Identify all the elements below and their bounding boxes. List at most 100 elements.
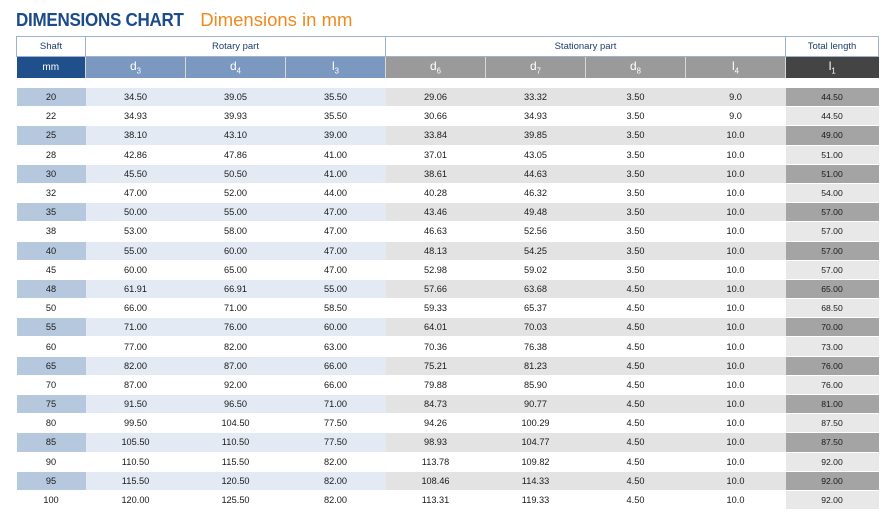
cell-d3: 47.00: [85, 183, 186, 204]
cell-l4: 10.0: [685, 221, 786, 242]
cell-l3: 41.00: [285, 145, 386, 165]
cell-d8: 4.50: [585, 279, 686, 300]
cell-l1: 57.00: [785, 260, 879, 280]
cell-l1: 54.00: [785, 183, 879, 204]
cell-shaft: 22: [16, 106, 86, 127]
cell-d8: 4.50: [585, 490, 686, 511]
cell-l1: 87.50: [785, 413, 879, 434]
group-header-row: Shaft Rotary part Stationary part Total …: [16, 36, 879, 57]
table-row: 75 91.50 96.50 71.00 84.73 90.77 4.50 10.0 81.00: [16, 394, 879, 415]
cell-d6: 46.63: [385, 221, 486, 242]
cell-l3: 82.00: [285, 452, 386, 472]
cell-d4: 43.10: [185, 125, 286, 146]
cell-shaft: 48: [16, 279, 86, 300]
cell-d8: 3.50: [585, 164, 686, 184]
cell-l3: 35.50: [285, 88, 386, 108]
cell-l1: 76.00: [785, 375, 879, 396]
cell-d8: 3.50: [585, 106, 686, 127]
cell-d7: 76.38: [485, 336, 586, 357]
cell-d4: 58.00: [185, 221, 286, 242]
cell-l3: 66.00: [285, 375, 386, 396]
cell-shaft: 20: [16, 88, 86, 108]
cell-l4: 9.0: [685, 88, 786, 108]
table-row: 65 82.00 87.00 66.00 75.21 81.23 4.50 10.0 76.00: [16, 356, 879, 376]
cell-d8: 3.50: [585, 241, 686, 261]
cell-l4: 10.0: [685, 183, 786, 204]
cell-l1: 81.00: [785, 394, 879, 415]
cell-d8: 3.50: [585, 145, 686, 165]
cell-d3: 87.00: [85, 375, 186, 396]
cell-d4: 76.00: [185, 317, 286, 338]
cell-l4: 10.0: [685, 279, 786, 300]
cell-d3: 77.00: [85, 336, 186, 357]
symbol-base: d: [529, 59, 537, 74]
table-row: 95 115.50 120.50 82.00 108.46 114.33 4.50 10.0 9…: [16, 471, 879, 491]
table-row: 25 38.10 43.10 39.00 33.84 39.85 3.50 10.0 49.00: [16, 125, 879, 146]
cell-d3: 55.00: [85, 241, 186, 261]
cell-l4: 10.0: [685, 125, 786, 146]
cell-l1: 70.00: [785, 317, 879, 338]
cell-shaft: 55: [16, 317, 86, 338]
symbol-l3: l3: [285, 56, 386, 78]
table-row: 20 34.50 39.05 35.50 29.06 33.32 3.50 9.0 44.50: [16, 88, 879, 108]
cell-l3: 47.00: [285, 221, 386, 242]
cell-d7: 81.23: [485, 356, 586, 376]
cell-l4: 10.0: [685, 432, 786, 453]
cell-l3: 55.00: [285, 279, 386, 300]
cell-d3: 105.50: [85, 432, 186, 453]
cell-l1: 57.00: [785, 241, 879, 261]
cell-d7: 119.33: [485, 490, 586, 511]
cell-d6: 40.28: [385, 183, 486, 204]
symbol-base: d: [229, 59, 237, 74]
symbol-subscript: 7: [536, 66, 542, 76]
cell-d6: 29.06: [385, 88, 486, 108]
cell-d8: 4.50: [585, 394, 686, 415]
cell-d6: 70.36: [385, 336, 486, 357]
table-row: 48 61.91 66.91 55.00 57.66 63.68 4.50 10.0 65.00: [16, 279, 879, 300]
cell-shaft: 50: [16, 298, 86, 319]
cell-d7: 114.33: [485, 471, 586, 491]
cell-d6: 48.13: [385, 241, 486, 261]
cell-shaft: 45: [16, 260, 86, 280]
cell-l4: 10.0: [685, 145, 786, 165]
cell-d6: 59.33: [385, 298, 486, 319]
cell-d6: 113.31: [385, 490, 486, 511]
cell-d3: 42.86: [85, 145, 186, 165]
cell-d8: 3.50: [585, 260, 686, 280]
cell-d4: 50.50: [185, 164, 286, 184]
cell-d4: 87.00: [185, 356, 286, 376]
table-row: 90 110.50 115.50 82.00 113.78 109.82 4.50 10.0 9…: [16, 452, 879, 472]
cell-d8: 3.50: [585, 88, 686, 108]
group-stationary: Stationary part: [385, 36, 786, 57]
cell-l1: 92.00: [785, 490, 879, 511]
cell-l4: 10.0: [685, 490, 786, 511]
cell-l3: 41.00: [285, 164, 386, 184]
symbol-base: mm: [42, 62, 60, 73]
dimensions-table: Shaft Rotary part Stationary part Total …: [16, 36, 879, 511]
cell-d3: 110.50: [85, 452, 186, 472]
cell-d6: 94.26: [385, 413, 486, 434]
symbol-d7: d7: [485, 56, 586, 78]
cell-shaft: 65: [16, 356, 86, 376]
cell-l4: 10.0: [685, 260, 786, 280]
cell-d7: 54.25: [485, 241, 586, 261]
cell-d7: 44.63: [485, 164, 586, 184]
cell-l3: 44.00: [285, 183, 386, 204]
cell-d7: 34.93: [485, 106, 586, 127]
symbol-base: d: [629, 59, 637, 74]
group-total: Total length: [785, 36, 879, 57]
page-title: DIMENSIONS CHART: [16, 9, 184, 30]
cell-shaft: 38: [16, 221, 86, 242]
cell-l3: 47.00: [285, 241, 386, 261]
cell-d4: 60.00: [185, 241, 286, 261]
symbol-d8: d8: [585, 56, 686, 78]
cell-d4: 96.50: [185, 394, 286, 415]
cell-l3: 35.50: [285, 106, 386, 127]
cell-d4: 125.50: [185, 490, 286, 511]
cell-d6: 57.66: [385, 279, 486, 300]
cell-d4: 120.50: [185, 471, 286, 491]
symbol-l1: l1: [785, 56, 879, 78]
cell-d3: 115.50: [85, 471, 186, 491]
cell-d8: 4.50: [585, 356, 686, 376]
table-row: 80 99.50 104.50 77.50 94.26 100.29 4.50 10.0 87.…: [16, 413, 879, 434]
